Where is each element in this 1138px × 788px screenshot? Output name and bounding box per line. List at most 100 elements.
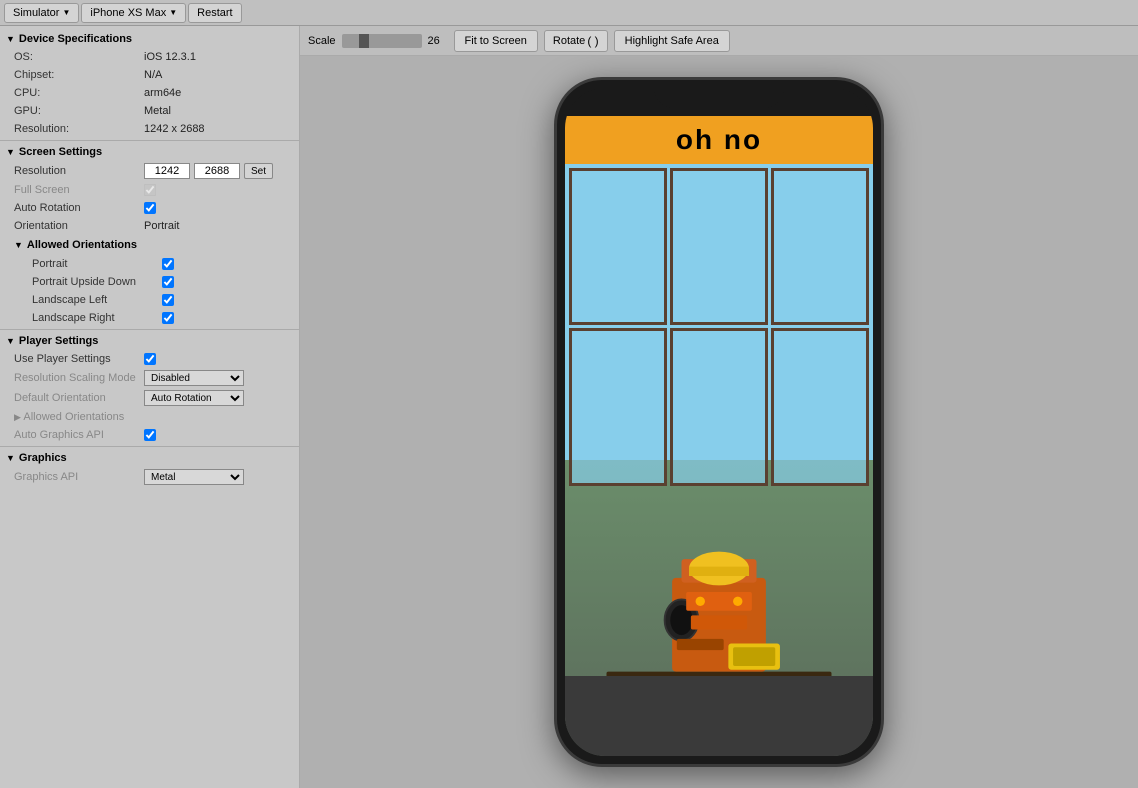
phone-notch bbox=[654, 80, 784, 108]
restart-label: Restart bbox=[197, 7, 232, 19]
player-settings-label: Player Settings bbox=[19, 335, 98, 347]
use-player-settings-checkbox[interactable] bbox=[144, 353, 156, 365]
main-layout: ▼ Device Specifications OS: iOS 12.3.1 C… bbox=[0, 26, 1138, 788]
auto-rotation-checkbox-wrap bbox=[144, 202, 156, 214]
resolution-field-label: Resolution bbox=[14, 165, 144, 177]
landscape-left-row: Landscape Left bbox=[0, 291, 299, 309]
landscape-right-checkbox[interactable] bbox=[162, 312, 174, 324]
allowed-orientations-2-row: ▶ Allowed Orientations bbox=[0, 408, 299, 426]
graphics-triangle: ▼ bbox=[6, 453, 15, 463]
landscape-right-row: Landscape Right bbox=[0, 309, 299, 327]
auto-rotation-row: Auto Rotation bbox=[0, 199, 299, 217]
graphics-api-row: Graphics API Metal bbox=[0, 467, 299, 487]
simulator-dropdown-btn[interactable]: Simulator ▼ bbox=[4, 3, 79, 23]
portrait-upside-down-checkbox-wrap bbox=[162, 276, 174, 288]
cpu-row: CPU: arm64e bbox=[0, 84, 299, 102]
portrait-upside-down-label: Portrait Upside Down bbox=[32, 276, 162, 288]
player-settings-section-header[interactable]: ▼ Player Settings bbox=[0, 332, 299, 350]
window-pane-2 bbox=[670, 168, 768, 325]
auto-graphics-api-checkbox-wrap bbox=[144, 429, 156, 441]
use-player-settings-row: Use Player Settings bbox=[0, 350, 299, 368]
highlight-safe-area-btn[interactable]: Highlight Safe Area bbox=[614, 30, 730, 52]
auto-graphics-api-checkbox[interactable] bbox=[144, 429, 156, 441]
device-label: iPhone XS Max bbox=[90, 7, 166, 19]
graphics-label: Graphics bbox=[19, 452, 67, 464]
player-settings-triangle: ▼ bbox=[6, 336, 15, 346]
simulator-dropdown-arrow: ▼ bbox=[62, 8, 70, 17]
auto-rotation-checkbox[interactable] bbox=[144, 202, 156, 214]
rotate-icon: ( ) bbox=[587, 34, 598, 48]
game-header-text: oh no bbox=[676, 124, 762, 155]
auto-graphics-api-row: Auto Graphics API bbox=[0, 426, 299, 444]
chipset-value: N/A bbox=[144, 69, 291, 81]
chipset-label: Chipset: bbox=[14, 69, 144, 81]
scale-slider[interactable] bbox=[342, 34, 422, 48]
orientation-value: Portrait bbox=[144, 220, 291, 232]
resolution-scaling-select[interactable]: Disabled bbox=[144, 370, 244, 386]
device-dropdown-btn[interactable]: iPhone XS Max ▼ bbox=[81, 3, 186, 23]
chipset-row: Chipset: N/A bbox=[0, 66, 299, 84]
scale-value: 26 bbox=[428, 35, 448, 47]
allowed-orientations-row: ▼ Allowed Orientations bbox=[0, 235, 299, 255]
device-dropdown-arrow: ▼ bbox=[169, 8, 177, 17]
landscape-left-checkbox[interactable] bbox=[162, 294, 174, 306]
portrait-upside-down-row: Portrait Upside Down bbox=[0, 273, 299, 291]
landscape-left-label: Landscape Left bbox=[32, 294, 162, 306]
gpu-value: Metal bbox=[144, 105, 291, 117]
portrait-upside-down-checkbox[interactable] bbox=[162, 276, 174, 288]
res-height-input[interactable] bbox=[194, 163, 240, 179]
res-width-input[interactable] bbox=[144, 163, 190, 179]
auto-rotation-label: Auto Rotation bbox=[14, 202, 144, 214]
rotate-label: Rotate bbox=[553, 35, 585, 47]
default-orientation-select-wrap: Auto Rotation bbox=[144, 390, 244, 406]
screen-settings-triangle: ▼ bbox=[6, 147, 15, 157]
set-resolution-btn[interactable]: Set bbox=[244, 163, 273, 179]
os-value: iOS 12.3.1 bbox=[144, 51, 291, 63]
full-screen-checkbox-wrap bbox=[144, 184, 156, 196]
resolution-scaling-label: Resolution Scaling Mode bbox=[14, 372, 144, 384]
rotate-btn[interactable]: Rotate ( ) bbox=[544, 30, 608, 52]
default-orientation-label: Default Orientation bbox=[14, 392, 144, 404]
full-screen-label: Full Screen bbox=[14, 184, 144, 196]
os-row: OS: iOS 12.3.1 bbox=[0, 48, 299, 66]
full-screen-checkbox[interactable] bbox=[144, 184, 156, 196]
landscape-left-checkbox-wrap bbox=[162, 294, 174, 306]
portrait-row: Portrait bbox=[0, 255, 299, 273]
divider-1 bbox=[0, 140, 299, 141]
scale-label: Scale bbox=[308, 35, 336, 47]
landscape-right-label: Landscape Right bbox=[32, 312, 162, 324]
divider-2 bbox=[0, 329, 299, 330]
orientation-row: Orientation Portrait bbox=[0, 217, 299, 235]
orientation-label: Orientation bbox=[14, 220, 144, 232]
divider-3 bbox=[0, 446, 299, 447]
restart-btn[interactable]: Restart bbox=[188, 3, 241, 23]
os-label: OS: bbox=[14, 51, 144, 63]
phone-frame: oh no bbox=[554, 77, 884, 767]
portrait-checkbox[interactable] bbox=[162, 258, 174, 270]
allowed-orientations-triangle: ▼ bbox=[14, 240, 23, 250]
screen-settings-section-header[interactable]: ▼ Screen Settings bbox=[0, 143, 299, 161]
graphics-api-select[interactable]: Metal bbox=[144, 469, 244, 485]
gpu-row: GPU: Metal bbox=[0, 102, 299, 120]
gpu-label: GPU: bbox=[14, 105, 144, 117]
default-orientation-row: Default Orientation Auto Rotation bbox=[0, 388, 299, 408]
use-player-settings-checkbox-wrap bbox=[144, 353, 156, 365]
resolution-row: Resolution Set bbox=[0, 161, 299, 181]
device-specs-section-header[interactable]: ▼ Device Specifications bbox=[0, 30, 299, 48]
device-resolution-value: 1242 x 2688 bbox=[144, 123, 291, 135]
landscape-right-checkbox-wrap bbox=[162, 312, 174, 324]
game-header-bar: oh no bbox=[565, 116, 873, 164]
portrait-label: Portrait bbox=[32, 258, 162, 270]
device-resolution-row: Resolution: 1242 x 2688 bbox=[0, 120, 299, 138]
allowed-orientations-subheader[interactable]: ▼ Allowed Orientations bbox=[14, 237, 137, 253]
toolbar: Scale 26 Fit to Screen Rotate ( ) Highli… bbox=[300, 26, 1138, 56]
default-orientation-select[interactable]: Auto Rotation bbox=[144, 390, 244, 406]
top-bar: Simulator ▼ iPhone XS Max ▼ Restart bbox=[0, 0, 1138, 26]
right-panel: Scale 26 Fit to Screen Rotate ( ) Highli… bbox=[300, 26, 1138, 788]
phone-screen: oh no bbox=[565, 88, 873, 756]
use-player-settings-label: Use Player Settings bbox=[14, 353, 144, 365]
fit-to-screen-btn[interactable]: Fit to Screen bbox=[454, 30, 538, 52]
resolution-scaling-select-wrap: Disabled bbox=[144, 370, 244, 386]
device-resolution-label: Resolution: bbox=[14, 123, 144, 135]
graphics-section-header[interactable]: ▼ Graphics bbox=[0, 449, 299, 467]
